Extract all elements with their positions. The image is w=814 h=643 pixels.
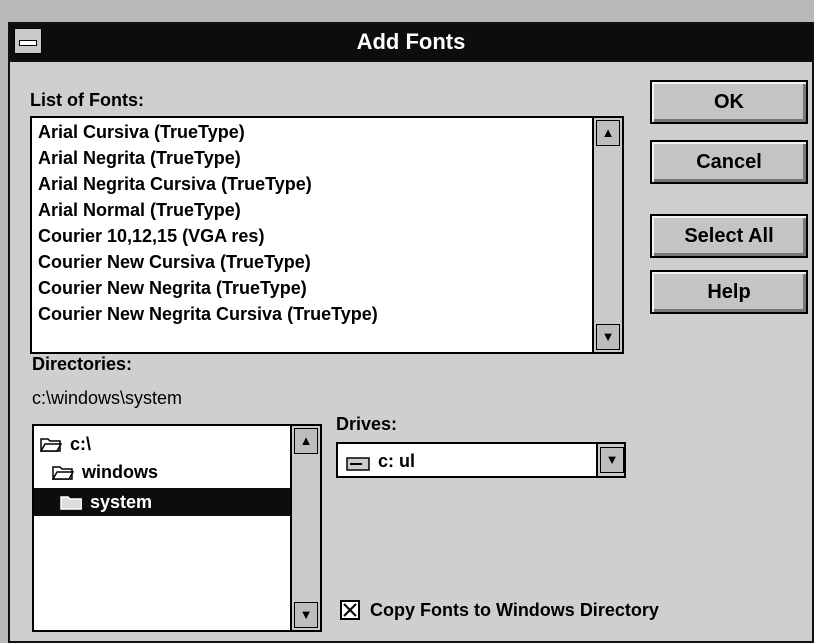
font-item[interactable]: Arial Cursiva (TrueType) [38,122,245,143]
directories-listbox[interactable]: c:\ windows system ▲ ▼ [32,424,322,632]
scroll-down-icon[interactable]: ▼ [596,324,620,350]
font-item[interactable]: Courier 10,12,15 (VGA res) [38,226,264,247]
drives-dropdown[interactable]: c: ul ▼ [336,442,626,478]
directory-label: windows [82,461,158,482]
chevron-down-icon[interactable]: ▼ [600,447,624,473]
directory-label: c:\ [70,433,92,454]
check-x-icon [343,603,357,617]
open-folder-icon [52,464,74,480]
font-item[interactable]: Arial Negrita (TrueType) [38,148,241,169]
font-item[interactable]: Courier New Negrita (TrueType) [38,278,307,299]
current-directory: c:\windows\system [32,388,183,408]
select-all-button[interactable]: Select All [650,214,808,258]
fonts-listbox[interactable]: Arial Cursiva (TrueType) Arial Negrita (… [30,116,624,354]
scroll-up-icon[interactable]: ▲ [294,428,318,454]
open-folder-icon [40,436,62,452]
fonts-label: List of Fonts: [30,90,144,110]
title-bar: Add Fonts [10,24,812,62]
scroll-up-icon[interactable]: ▲ [596,120,620,146]
fonts-scrollbar[interactable]: ▲ ▼ [592,118,622,352]
font-item[interactable]: Courier New Negrita Cursiva (TrueType) [38,304,378,325]
drives-dropdown-button[interactable]: ▼ [596,444,624,476]
drive-value: c: ul [378,451,416,471]
dialog-title: Add Fonts [356,29,466,54]
help-button[interactable]: Help [650,270,808,314]
drive-icon [346,455,370,471]
copy-fonts-checkbox[interactable] [340,600,360,620]
directories-scrollbar[interactable]: ▲ ▼ [290,426,320,630]
directory-label: system [90,491,153,512]
copy-fonts-label[interactable]: Copy Fonts to Windows Directory [370,600,659,621]
font-item[interactable]: Arial Negrita Cursiva (TrueType) [38,174,312,195]
font-item[interactable]: Arial Normal (TrueType) [38,200,241,221]
directory-item[interactable]: c:\ [40,430,91,458]
drive-selection: c: ul [346,451,415,472]
cancel-button[interactable]: Cancel [650,140,808,184]
drives-label: Drives: [336,414,398,434]
directory-item-selected[interactable]: system [34,488,290,516]
directories-label: Directories: [32,354,133,374]
scroll-down-icon[interactable]: ▼ [294,602,318,628]
ok-button[interactable]: OK [650,80,808,124]
font-item[interactable]: Courier New Cursiva (TrueType) [38,252,311,273]
add-fonts-dialog: Add Fonts List of Fonts: Arial Cursiva (… [8,22,814,643]
directory-item[interactable]: windows [52,458,158,486]
folder-icon [60,494,82,510]
